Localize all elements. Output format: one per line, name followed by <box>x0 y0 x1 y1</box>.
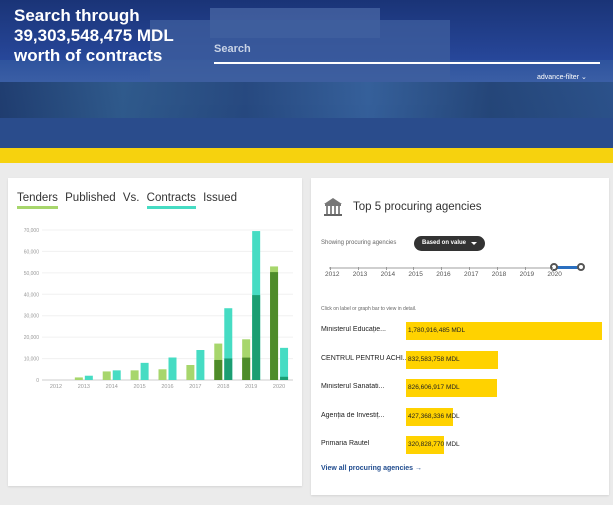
hero-title-amount: 39,303,548,475 MDL <box>14 26 174 45</box>
contracts-bar[interactable] <box>84 375 93 380</box>
year-tick-label: 2018 <box>491 267 507 278</box>
view-all-agencies-link[interactable]: View all procuring agencies → <box>321 465 422 472</box>
tab-vs: Vs. <box>122 192 140 204</box>
based-on-label: Based on value <box>422 240 467 246</box>
year-tick-label: 2020 <box>547 267 562 278</box>
year-tick-label: 2014 <box>380 267 396 278</box>
year-tick-label: 2015 <box>408 267 423 278</box>
agency-name[interactable]: Agenția de Investiț... <box>321 412 407 419</box>
yellow-band <box>0 148 613 163</box>
x-tick-label: 2014 <box>106 384 118 390</box>
year-slider-handle-end[interactable] <box>577 263 585 271</box>
contracts-bar-segment <box>280 376 289 380</box>
hero-road <box>0 118 613 148</box>
x-tick-label: 2017 <box>189 384 201 390</box>
tenders-bar[interactable] <box>130 370 139 380</box>
agency-row[interactable]: Ministerul Sanatati... 826,606,917 MDL <box>321 379 606 397</box>
contracts-bar-segment <box>252 295 261 380</box>
agency-value: 832,583,758 MDL <box>408 355 460 363</box>
agencies-title: Top 5 procuring agencies <box>353 201 482 213</box>
chart-tabs: Tenders Published Vs. Contracts Issued <box>17 192 241 209</box>
based-on-dropdown[interactable]: Based on value <box>414 236 485 251</box>
hero-trees <box>0 82 613 122</box>
click-hint: Click on label or graph bar to view in d… <box>321 306 417 312</box>
tenders-bar[interactable] <box>102 371 111 380</box>
y-tick-label: 20,000 <box>24 335 40 341</box>
year-tick-label: 2017 <box>464 267 479 278</box>
agency-name[interactable]: Primaria Rautel <box>321 440 407 447</box>
x-tick-label: 2020 <box>273 384 285 390</box>
agency-row[interactable]: Ministerul Educație... 1,780,916,485 MDL <box>321 322 606 340</box>
search-underline <box>214 62 600 64</box>
hero-title: Search through 39,303,548,475 MDL worth … <box>14 6 174 66</box>
x-tick-label: 2018 <box>217 384 229 390</box>
year-tick-label: 2012 <box>325 267 340 278</box>
agency-name[interactable]: CENTRUL PENTRU ACHI... <box>321 355 407 362</box>
tab-issued: Issued <box>203 192 237 204</box>
showing-label: Showing procuring agencies <box>321 240 397 246</box>
contracts-bar[interactable] <box>168 357 177 381</box>
year-tick-label: 2016 <box>436 267 451 278</box>
tenders-bar[interactable] <box>74 377 83 380</box>
year-tick-label: 2013 <box>352 267 368 278</box>
contracts-bar[interactable] <box>280 347 289 380</box>
top-agencies-card: Top 5 procuring agencies Showing procuri… <box>311 178 609 495</box>
x-tick-label: 2012 <box>50 384 62 390</box>
x-tick-label: 2019 <box>245 384 257 390</box>
agency-name[interactable]: Ministerul Sanatati... <box>321 383 407 390</box>
agency-value: 427,368,336 MDL <box>408 412 460 420</box>
contracts-bar[interactable] <box>196 350 205 380</box>
y-tick-label: 30,000 <box>24 314 40 320</box>
contracts-bar[interactable] <box>140 362 149 380</box>
y-tick-label: 10,000 <box>24 357 40 363</box>
x-tick-label: 2016 <box>161 384 173 390</box>
caret-down-icon <box>471 242 477 245</box>
agency-value: 1,780,916,485 MDL <box>408 327 466 334</box>
tab-contracts[interactable]: Contracts <box>146 192 196 209</box>
building-icon <box>324 198 342 216</box>
y-tick-label: 40,000 <box>24 292 40 298</box>
contracts-bar-segment <box>224 358 233 380</box>
agency-row[interactable]: Primaria Rautel 320,828,770 MDL <box>321 436 606 454</box>
x-tick-label: 2013 <box>78 384 90 390</box>
y-tick-label: 70,000 <box>24 228 40 234</box>
year-ticks: 2012 2013 2014 2015 2016 2017 2018 2019 2020 <box>325 267 595 287</box>
tenders-bar-segment <box>214 359 223 380</box>
year-slider-track[interactable] <box>329 267 583 269</box>
y-tick-label: 50,000 <box>24 271 40 277</box>
tab-tenders[interactable]: Tenders <box>17 192 58 209</box>
agency-row[interactable]: Agenția de Investiț... 427,368,336 MDL <box>321 407 606 426</box>
tenders-bar-segment <box>242 357 251 380</box>
agency-value: 826,606,917 MDL <box>408 384 460 391</box>
advance-filter-toggle[interactable]: advance-filter ⌄ <box>537 73 587 81</box>
tenders-bar[interactable] <box>158 369 167 380</box>
tenders-contracts-chart[interactable]: 0 10,000 20,000 30,000 40,000 50,000 60,000 70,… <box>8 218 302 398</box>
y-tick-label: 60,000 <box>24 249 40 255</box>
hero-banner: Search through 39,303,548,475 MDL worth … <box>0 0 613 148</box>
hero-title-line1: Search through <box>14 6 140 25</box>
x-tick-label: 2015 <box>133 384 145 390</box>
tab-published: Published <box>65 192 116 204</box>
tenders-bar[interactable] <box>186 365 195 380</box>
agency-row[interactable]: CENTRUL PENTRU ACHI... 832,583,758 MDL <box>321 350 606 369</box>
year-slider-handle-start[interactable] <box>550 263 558 271</box>
tenders-bar-segment <box>270 272 279 380</box>
agency-value: 320,828,770 MDL <box>408 441 460 448</box>
search-input[interactable]: Search <box>214 43 251 55</box>
hero-title-line3: worth of contracts <box>14 46 163 65</box>
agency-name[interactable]: Ministerul Educație... <box>321 326 407 333</box>
year-tick-label: 2019 <box>519 267 535 278</box>
y-tick-label: 0 <box>36 378 39 384</box>
tenders-contracts-card: Tenders Published Vs. Contracts Issued 0… <box>8 178 302 486</box>
contracts-bar[interactable] <box>112 370 121 380</box>
